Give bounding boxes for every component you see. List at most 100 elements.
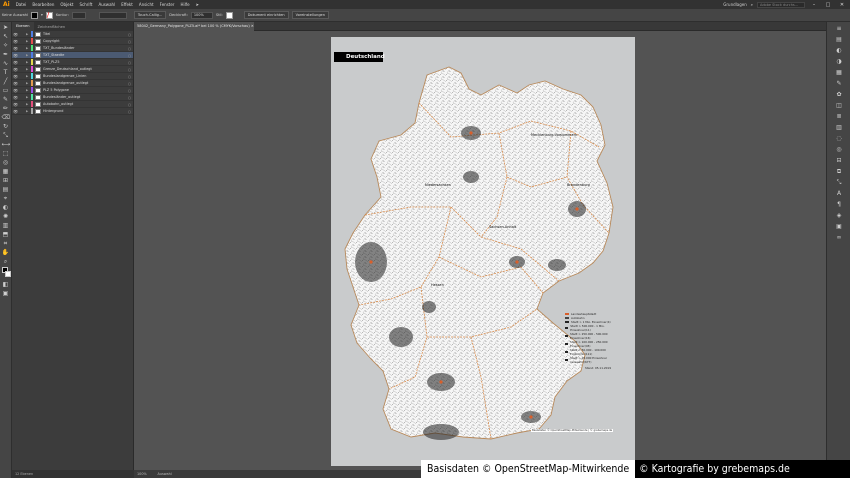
properties-icon[interactable]: ≡ [834,25,844,33]
hand-tool-icon[interactable]: ✋ [2,249,10,256]
layer-row[interactable]: 👁 ▶ Titel ○ [12,31,133,38]
menu-datei[interactable]: Datei [13,2,30,7]
tab-artboards[interactable]: Zeichenflächen [34,25,70,29]
screen-mode-icon[interactable]: ▣ [2,290,10,297]
visibility-eye-icon[interactable]: 👁 [12,67,19,72]
rotate-icon[interactable]: ↻ [2,123,10,130]
variable-width-field[interactable] [98,11,127,19]
mesh-icon[interactable]: ⊞ [2,177,10,184]
menu-auswahl[interactable]: Auswahl [95,2,118,7]
layer-row[interactable]: 👁 ▶ Grenze_Deutschland_outlegt ○ [12,66,133,73]
chevron-down-icon[interactable]: ▾ [41,13,43,17]
stroke-weight-field[interactable] [71,11,86,19]
menu-bearbeiten[interactable]: Bearbeiten [29,2,57,7]
curvature-icon[interactable]: ∿ [2,60,10,67]
graphic-styles-icon[interactable]: ◫ [834,102,844,110]
direct-selection-icon[interactable]: ↖ [2,33,10,40]
symbols-icon[interactable]: ✿ [834,91,844,99]
minimize-icon[interactable]: – [809,2,819,8]
transform-icon[interactable]: ⤡ [834,179,844,187]
close-icon[interactable]: ✕ [837,2,847,8]
fill-stroke-swatches[interactable] [1,267,11,279]
gradient-icon[interactable]: ▥ [834,124,844,132]
layer-name[interactable]: Bundesländer_outlegt [43,95,126,99]
column-graph-icon[interactable]: ▥ [2,222,10,229]
pencil-icon[interactable]: ✏ [2,105,10,112]
visibility-eye-icon[interactable]: 👁 [12,102,19,107]
links-icon[interactable]: ∞ [834,234,844,242]
appearance-icon[interactable]: ◎ [834,146,844,154]
libraries-icon[interactable]: ▤ [834,36,844,44]
layer-name[interactable]: TXT_Staedte [43,53,126,57]
layer-row[interactable]: 👁 ▶ Bundeslandgrenze_outlegt ○ [12,80,133,87]
maximize-icon[interactable]: □ [823,2,833,8]
visibility-eye-icon[interactable]: 👁 [12,109,19,114]
layer-row[interactable]: 👁 ▶ Autobahn_outlegt ○ [12,101,133,108]
layer-target-icon[interactable]: ○ [126,39,133,44]
zoom-tool-icon[interactable]: ⌕ [2,258,10,265]
color-icon[interactable]: ◐ [834,47,844,55]
scale-icon[interactable]: ⤡ [2,132,10,139]
layer-row[interactable]: 👁 ▶ TXT_Staedte ○ [12,52,133,59]
menu-effekt[interactable]: Effekt [118,2,136,7]
zoom-level[interactable]: 100% [137,472,147,476]
menu-objekt[interactable]: Objekt [57,2,76,7]
preferences-button[interactable]: Voreinstellungen [291,11,329,19]
visibility-eye-icon[interactable]: 👁 [12,88,19,93]
artboards-icon[interactable]: ▣ [834,223,844,231]
align-icon[interactable]: ⊟ [834,157,844,165]
character-icon[interactable]: A [834,190,844,198]
document-tab[interactable]: 58042_Germany_Polygone_PLZ5.ai* bei 100 … [134,22,254,31]
graphic-style-swatch[interactable] [225,11,233,19]
layer-name[interactable]: PLZ 5 Polygone [43,88,126,92]
visibility-eye-icon[interactable]: 👁 [12,53,19,58]
layer-target-icon[interactable]: ○ [126,53,133,58]
line-tool-icon[interactable]: ╱ [2,78,10,85]
layer-row[interactable]: 👁 ▶ PLZ 5 Polygone ○ [12,87,133,94]
layer-target-icon[interactable]: ○ [126,88,133,93]
layer-target-icon[interactable]: ○ [126,102,133,107]
artboard-tool-icon[interactable]: ⬒ [2,231,10,238]
pathfinder-icon[interactable]: ⧉ [834,168,844,176]
layer-row[interactable]: 👁 ▶ Copyright ○ [12,38,133,45]
selection-tool-icon[interactable]: ➤ [2,24,10,31]
brush-definition-dropdown[interactable]: Touch-Callig... [133,11,167,19]
layer-name[interactable]: TXT_PLZ5 [43,60,126,64]
status-tool[interactable]: Auswahl [157,472,171,476]
swatches-icon[interactable]: ▦ [834,69,844,77]
send-icon[interactable]: ➤ [193,2,202,7]
tab-layers[interactable]: Ebenen [12,22,34,31]
visibility-eye-icon[interactable]: 👁 [12,46,19,51]
layer-target-icon[interactable]: ○ [126,67,133,72]
document-setup-button[interactable]: Dokument einrichten [243,11,289,19]
layer-name[interactable]: Copyright [43,39,126,43]
visibility-eye-icon[interactable]: 👁 [12,32,19,37]
free-transform-icon[interactable]: ⬚ [2,150,10,157]
stroke-icon[interactable]: ≣ [834,113,844,121]
eraser-icon[interactable]: ⌫ [2,114,10,121]
visibility-eye-icon[interactable]: 👁 [12,60,19,65]
eyedropper-icon[interactable]: ⌖ [2,195,10,202]
transparency-icon[interactable]: ◌ [834,135,844,143]
perspective-grid-icon[interactable]: ▦ [2,168,10,175]
fill-swatch[interactable] [31,11,39,19]
layer-name[interactable]: Titel [43,32,126,36]
magic-wand-icon[interactable]: ✧ [2,42,10,49]
layer-target-icon[interactable]: ○ [126,74,133,79]
paragraph-icon[interactable]: ¶ [834,201,844,209]
workspace-switcher[interactable]: Grundlagen [723,2,746,7]
layer-target-icon[interactable]: ○ [126,95,133,100]
menu-hilfe[interactable]: Hilfe [177,2,192,7]
opacity-field[interactable]: 100% [190,11,213,19]
blend-icon[interactable]: ◐ [2,204,10,211]
layer-name[interactable]: Grenze_Deutschland_outlegt [43,67,126,71]
rectangle-tool-icon[interactable]: ▭ [2,87,10,94]
layer-row[interactable]: 👁 ▶ Bundesländer_outlegt ○ [12,94,133,101]
stock-search-input[interactable]: Adobe Stock durchs... [757,1,805,8]
type-tool-icon[interactable]: T [2,69,10,76]
artboard[interactable]: Deutschland Mecklenburg-Vorpommern Brand… [331,37,635,466]
menu-schrift[interactable]: Schrift [77,2,96,7]
menu-fenster[interactable]: Fenster [157,2,178,7]
visibility-eye-icon[interactable]: 👁 [12,95,19,100]
close-tab-icon[interactable]: ✕ [251,24,254,28]
